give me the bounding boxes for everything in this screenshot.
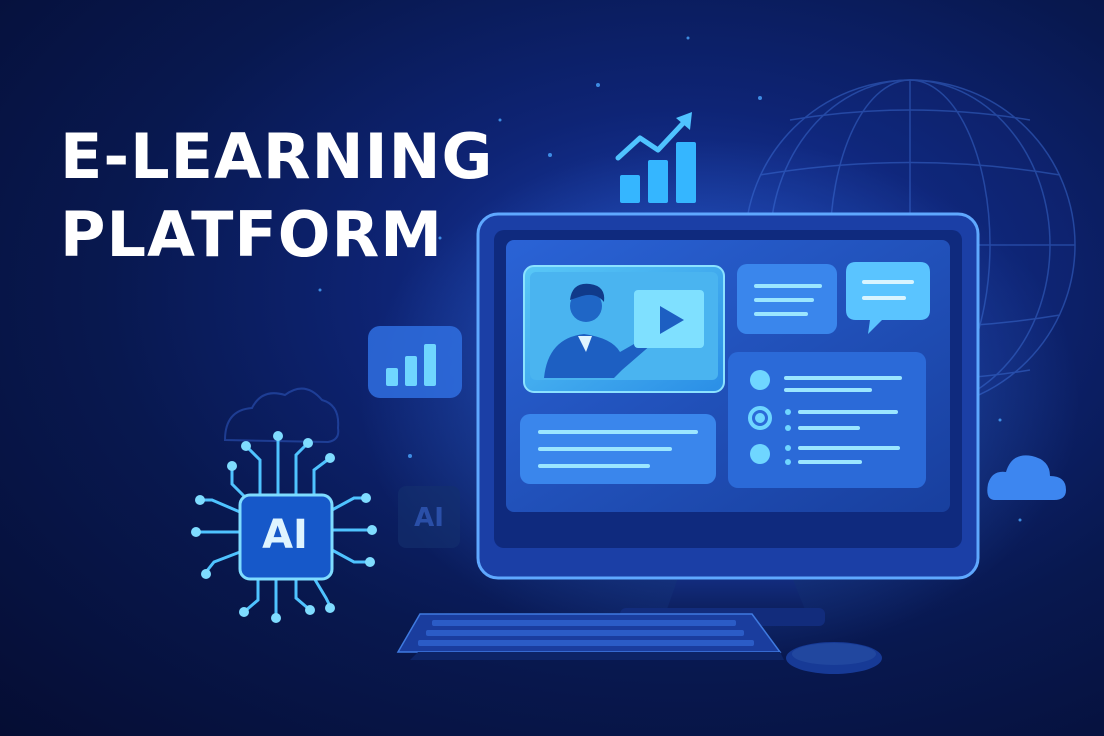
hero-illustration: E-LEARNING PLATFORM AI AI bbox=[0, 0, 1104, 736]
keyboard-and-mouse bbox=[396, 613, 882, 674]
